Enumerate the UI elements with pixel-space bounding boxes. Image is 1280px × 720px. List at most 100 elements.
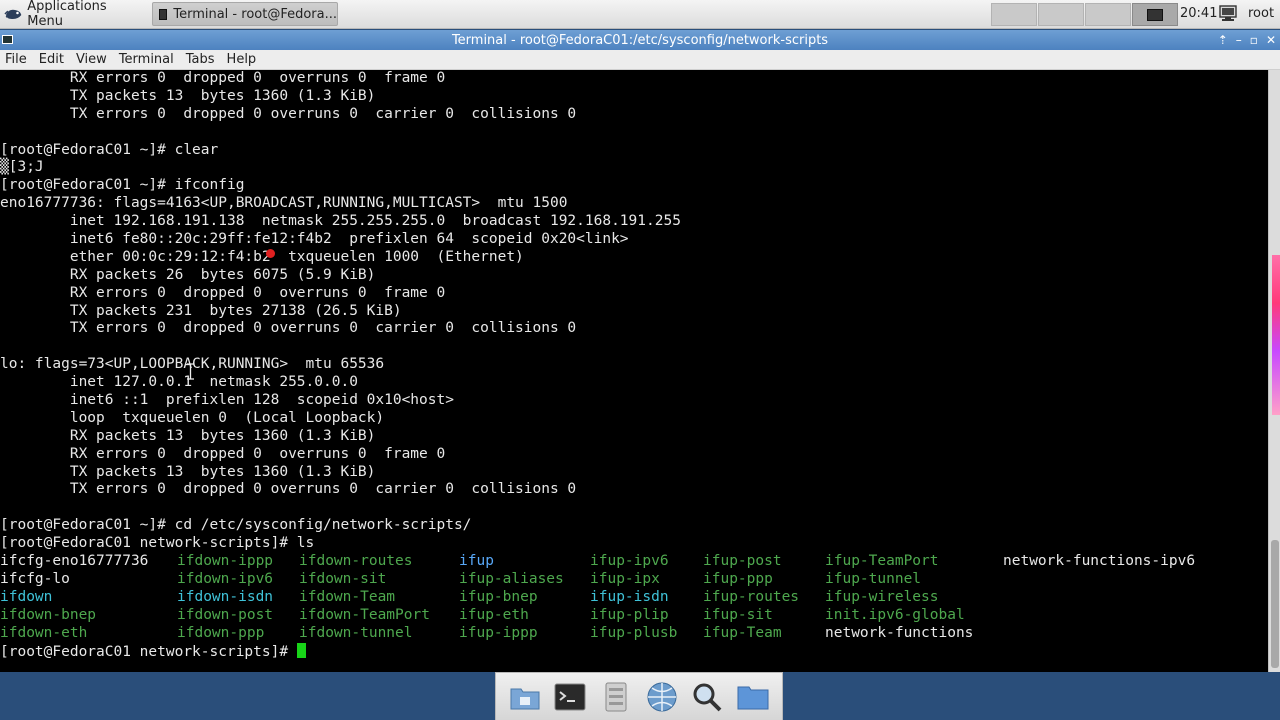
terminal-line: [root@FedoraC01 ~]# clear	[0, 141, 219, 158]
xfce-mouse-icon	[4, 9, 22, 19]
terminal-line: eno16777736: flags=4163<UP,BROADCAST,RUN…	[0, 195, 568, 212]
ls-file-entry: ifup-isdn	[590, 588, 669, 605]
ls-output-row: ifdown-bnep ifdown-post ifdown-TeamPort ifu…	[0, 607, 1268, 625]
ls-file-entry: ifdown-ppp	[177, 624, 265, 641]
ls-file-entry: ifdown-bnep	[0, 606, 97, 623]
terminal-cursor	[296, 642, 306, 658]
ls-file-entry: ifcfg-lo	[0, 570, 70, 587]
terminal-line: TX packets 231 bytes 27138 (26.5 KiB)	[0, 302, 402, 319]
ls-file-entry: ifdown-post	[177, 606, 274, 623]
ls-file-entry: ifup-routes	[703, 588, 800, 605]
ls-file-entry: ifup-TeamPort	[825, 553, 939, 570]
terminal-line: inet6 fe80::20c:29ff:fe12:f4b2 prefixlen…	[0, 231, 629, 248]
terminal-line: ether 00:0c:29:12:f4:b2 txqueuelen 1000 …	[0, 248, 524, 265]
terminal-icon[interactable]	[553, 680, 587, 714]
menu-view[interactable]: View	[70, 50, 113, 70]
folder-icon[interactable]	[736, 680, 770, 714]
ls-file-entry: ifup-ppp	[703, 570, 773, 587]
ls-file-entry: ifdown-ipv6	[177, 570, 274, 587]
red-marker-dot	[266, 249, 275, 258]
ls-file-entry: ifdown-TeamPort	[299, 606, 430, 623]
close-button[interactable]: ✕	[1266, 33, 1276, 47]
workspace-4[interactable]	[1132, 3, 1178, 26]
ls-output-row: ifcfg-eno16777736 ifdown-ippp ifdown-route…	[0, 553, 1268, 571]
ls-file-entry: ifdown-ippp	[177, 553, 274, 570]
ls-file-entry: ifdown-routes	[299, 553, 413, 570]
menu-file[interactable]: File	[0, 50, 33, 70]
home-folder-icon[interactable]	[508, 680, 542, 714]
ls-file-entry: ifup-post	[703, 553, 782, 570]
text-cursor-icon	[187, 363, 194, 380]
ls-file-entry: ifdown-tunnel	[299, 624, 413, 641]
ls-file-entry: ifdown	[0, 588, 53, 605]
terminal-line: ▒[3;J	[0, 159, 44, 176]
shade-button[interactable]: ⇡	[1218, 33, 1228, 47]
window-menu-icon[interactable]	[2, 35, 13, 44]
ls-file-entry: init.ipv6-global	[825, 606, 965, 623]
ls-output-row: ifcfg-lo ifdown-ipv6 ifdown-sit ifup-aliase…	[0, 571, 1268, 589]
shell-prompt: [root@FedoraC01 network-scripts]#	[0, 643, 297, 660]
terminal-line: inet6 ::1 prefixlen 128 scopeid 0x10<hos…	[0, 392, 454, 409]
workspace-window-thumbnail	[1147, 9, 1163, 21]
ls-file-entry: ifcfg-eno16777736	[0, 553, 149, 570]
menu-help[interactable]: Help	[221, 50, 263, 70]
minimize-button[interactable]: –	[1236, 33, 1242, 47]
ls-output-row: ifdown ifdown-isdn ifdown-Team ifup-bnep ifu…	[0, 589, 1268, 607]
ls-file-entry: ifup-aliases	[459, 570, 564, 587]
ls-file-entry: network-functions	[825, 624, 974, 641]
taskbar-terminal-button[interactable]: Terminal - root@Fedora...	[152, 2, 338, 26]
prompt-line: [root@FedoraC01 network-scripts]#	[0, 642, 1268, 661]
ls-file-entry: network-functions-ipv6	[1003, 553, 1196, 570]
search-icon[interactable]	[690, 680, 724, 714]
ls-file-entry: ifup-plip	[590, 606, 669, 623]
terminal-line: TX errors 0 dropped 0 overruns 0 carrier…	[0, 320, 577, 337]
ls-output-row: ifdown-eth ifdown-ppp ifdown-tunnel ifup-ip…	[0, 625, 1268, 643]
ls-file-entry: ifup-ipv6	[590, 553, 669, 570]
menu-edit[interactable]: Edit	[33, 50, 70, 70]
terminal-line: [root@FedoraC01 network-scripts]# ls	[0, 535, 315, 552]
ls-file-entry: ifdown-isdn	[177, 588, 274, 605]
workspace-2[interactable]	[1038, 3, 1084, 26]
file-manager-icon[interactable]	[599, 680, 633, 714]
ls-file-entry: ifup-tunnel	[825, 570, 922, 587]
dock	[495, 672, 783, 720]
terminal-line: RX errors 0 dropped 0 overruns 0 frame 0	[0, 284, 446, 301]
scrollbar-thumb[interactable]	[1271, 540, 1279, 668]
network-icon[interactable]	[1217, 5, 1239, 22]
ls-file-entry: ifup-ipx	[590, 570, 660, 587]
terminal-line: TX packets 13 bytes 1360 (1.3 KiB)	[0, 87, 376, 104]
taskbar-terminal-label: Terminal - root@Fedora...	[173, 6, 337, 22]
window-title: Terminal - root@FedoraC01:/etc/sysconfig…	[451, 32, 829, 48]
terminal-line: TX packets 13 bytes 1360 (1.3 KiB)	[0, 463, 376, 480]
terminal-window: Terminal - root@FedoraC01:/etc/sysconfig…	[0, 30, 1280, 672]
window-titlebar[interactable]: Terminal - root@FedoraC01:/etc/sysconfig…	[0, 30, 1280, 50]
terminal-line: RX errors 0 dropped 0 overruns 0 frame 0	[0, 445, 446, 462]
ls-file-entry: ifup-plusb	[590, 624, 678, 641]
menu-bar: File Edit View Terminal Tabs Help	[0, 50, 1280, 70]
desktop-wallpaper-fragment	[1272, 255, 1280, 415]
ls-file-entry: ifup-Team	[703, 624, 782, 641]
workspace-1[interactable]	[991, 3, 1037, 26]
web-browser-icon[interactable]	[645, 680, 679, 714]
workspace-3[interactable]	[1085, 3, 1131, 26]
terminal-line: TX errors 0 dropped 0 overruns 0 carrier…	[0, 481, 577, 498]
applications-menu-button[interactable]: Applications Menu	[2, 0, 142, 29]
terminal-line: RX errors 0 dropped 0 overruns 0 frame 0	[0, 70, 446, 86]
maximize-button[interactable]: ▫	[1250, 33, 1258, 47]
menu-terminal[interactable]: Terminal	[113, 50, 180, 70]
menu-tabs[interactable]: Tabs	[180, 50, 221, 70]
user-menu[interactable]: root	[1248, 6, 1274, 21]
ls-file-entry: ifup-eth	[459, 606, 529, 623]
ls-file-entry: ifup-ippp	[459, 624, 538, 641]
terminal-line: RX packets 26 bytes 6075 (5.9 KiB)	[0, 266, 376, 283]
terminal-line: [root@FedoraC01 ~]# ifconfig	[0, 177, 245, 194]
ls-file-entry: ifup-sit	[703, 606, 773, 623]
clock[interactable]: 20:41	[1180, 6, 1217, 21]
applications-menu-label: Applications Menu	[27, 0, 107, 29]
top-panel: Applications Menu Terminal - root@Fedora…	[0, 0, 1280, 29]
terminal-line: loop txqueuelen 0 (Local Loopback)	[0, 409, 385, 426]
terminal-line: TX errors 0 dropped 0 overruns 0 carrier…	[0, 105, 577, 122]
